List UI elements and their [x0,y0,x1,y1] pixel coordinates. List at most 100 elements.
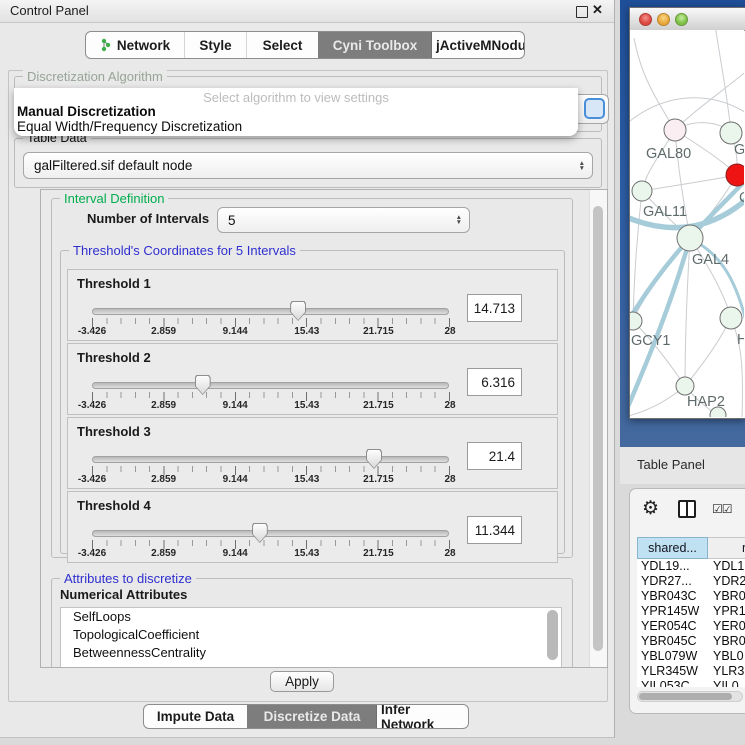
tick-label: 2.859 [151,548,176,559]
attributes-list[interactable]: SelfLoopsTopologicalCoefficientBetweenne… [60,607,562,668]
number-of-intervals-label: Number of Intervals [87,211,209,226]
tab-impute-data[interactable]: Impute Data [144,705,247,728]
threshold-label: Threshold 2 [77,350,151,365]
slider-track[interactable] [92,530,449,537]
network-view-window[interactable]: GAL80 GA C GAL11 GAL4 GCY1 H HAP2 [629,7,745,419]
tick-label: -3.426 [78,548,106,559]
tab-network[interactable]: Network [86,32,184,58]
slider-track[interactable] [92,308,449,315]
slider-track[interactable] [92,382,449,389]
tab-discretize-data[interactable]: Discretize Data [247,705,376,728]
network-node-gal11[interactable] [632,181,652,201]
checkbox-icons[interactable] [712,502,732,516]
network-nodes [630,119,744,417]
table-cell: YDL1 [708,559,745,574]
tick-label: 9.144 [223,326,248,337]
tick-label: 9.144 [223,474,248,485]
threshold-value-field[interactable]: 21.4 [467,442,522,470]
network-node-selected[interactable] [726,164,744,186]
control-panel-window: Control Panel Network Style Select Cyni … [0,0,615,738]
column-header-name[interactable]: na [708,537,745,559]
interval-definition-label: Interval Definition [60,191,168,206]
list-item[interactable]: BetweennessCentrality [61,644,561,662]
network-node-hap2[interactable] [676,377,694,395]
thresholds-group-label: Threshold's Coordinates for 5 Intervals [69,243,300,258]
tick-label: -3.426 [78,326,106,337]
stepper-arrows-icon [579,161,585,171]
list-item[interactable]: TopologicalCoefficient [61,626,561,644]
table-cell: YLR345W [637,664,708,679]
threshold-value-field[interactable]: 14.713 [467,294,522,322]
table-row[interactable]: YDL19... YDL1 [637,559,745,574]
table-row[interactable]: YBL079W YBL0 [637,649,745,664]
network-node-gcy1[interactable] [630,312,642,330]
network-node[interactable] [720,122,742,144]
slider-track[interactable] [92,456,449,463]
list-scrollbar[interactable] [547,610,558,660]
column-header-shared[interactable]: shared... [637,537,708,559]
number-of-intervals-select[interactable]: 5 [217,207,470,233]
threshold-value-field[interactable]: 6.316 [467,368,522,396]
float-window-icon[interactable] [576,6,588,18]
scrollbar-thumb[interactable] [593,206,603,651]
table-row[interactable]: YLR345W YLR3 [637,664,745,679]
tab-select[interactable]: Select [246,32,318,58]
table-cell: YPR1 [708,604,745,619]
traffic-light-minimize-icon[interactable] [657,13,670,26]
settings-scrollbar[interactable] [589,190,607,667]
tab-jactivemnodules[interactable]: jActiveMNodules [431,32,525,58]
table-cell: YBR043C [637,589,708,604]
node-label-hap2: HAP2 [687,394,725,410]
network-window-titlebar[interactable] [630,8,745,31]
apply-button[interactable]: Apply [270,671,334,692]
dropdown-arrow-button[interactable] [584,98,605,119]
network-canvas[interactable]: GAL80 GA C GAL11 GAL4 GCY1 H HAP2 [630,30,744,417]
traffic-light-close-icon[interactable] [639,13,652,26]
settings-scroll-panel: Interval Definition Number of Intervals … [40,189,608,668]
table-row[interactable]: YDR27... YDR2 [637,574,745,589]
table-panel-title: Table Panel [637,457,705,472]
list-item[interactable]: SelfLoops [61,608,561,626]
tab-label: Discretize Data [264,709,361,724]
close-icon[interactable] [592,2,606,20]
attributes-group-label: Attributes to discretize [60,571,196,586]
tick-label: 2.859 [151,326,176,337]
split-columns-icon[interactable] [678,500,696,518]
threshold-label: Threshold 3 [77,424,151,439]
table-cell: YPR145W [637,604,708,619]
tick-label: 15.43 [294,548,319,559]
horizontal-scrollbar[interactable] [637,691,743,702]
tab-label: Network [117,38,170,53]
table-row[interactable]: YPR145W YPR1 [637,604,745,619]
network-icon [100,38,112,52]
tab-cyni-toolbox[interactable]: Cyni Toolbox [318,32,431,58]
table-row[interactable]: YER054C YER0 [637,619,745,634]
table-row[interactable]: YBR043C YBR0 [637,589,745,604]
table-cell: YBR045C [637,634,708,649]
tab-infer-network[interactable]: Infer Network [376,705,468,728]
node-label-partial: H [737,332,744,348]
threshold-panel-3: Threshold 3 -3.4262.8599.14415.4321.7152… [67,417,558,489]
control-panel-titlebar[interactable]: Control Panel [0,0,614,23]
table-cell: YDL19... [637,559,708,574]
tick-label: 9.144 [223,548,248,559]
gear-icon[interactable] [642,497,659,520]
node-label-gcy1: GCY1 [631,333,671,349]
tab-style[interactable]: Style [184,32,246,58]
threshold-value-field[interactable]: 11.344 [467,516,522,544]
scrollbar-thumb[interactable] [639,693,732,700]
traffic-light-zoom-icon[interactable] [675,13,688,26]
table-row[interactable]: YBR045C YBR0 [637,634,745,649]
table-cell: YDR27... [637,574,708,589]
network-node-gal4[interactable] [677,225,703,251]
table-row[interactable]: YIL053C YIL0 [637,679,745,687]
network-node-h[interactable] [720,307,742,329]
tab-label: jActiveMNodules [436,38,525,53]
node-label-gal4: GAL4 [692,252,729,268]
network-node-gal80[interactable] [664,119,686,141]
dropdown-option[interactable]: Manual Discretization [16,104,576,119]
dropdown-option[interactable]: Equal Width/Frequency Discretization [16,119,576,134]
node-label-gal11: GAL11 [643,204,687,220]
table-data-select[interactable]: galFiltered.sif default node [23,152,593,179]
tick-label: 15.43 [294,400,319,411]
